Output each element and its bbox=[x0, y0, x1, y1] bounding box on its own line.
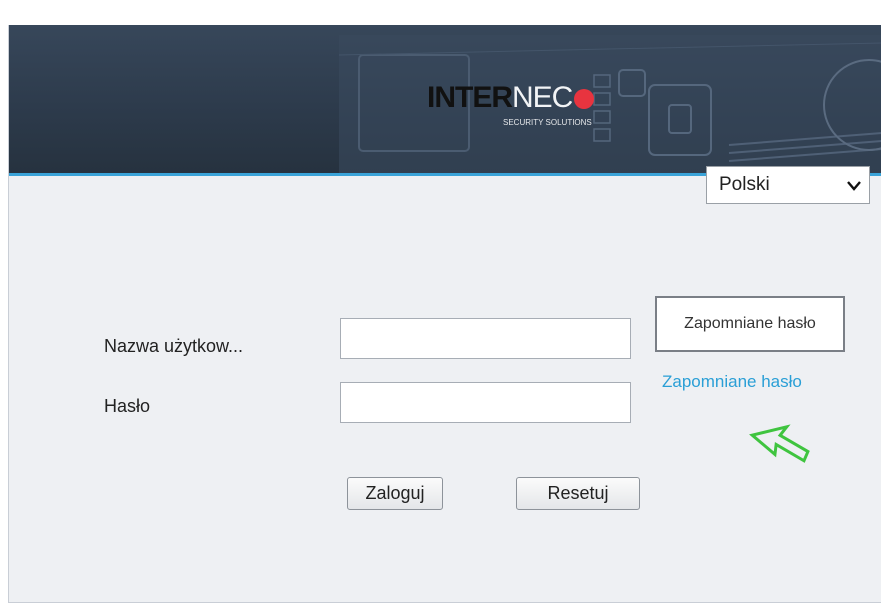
password-label: Hasło bbox=[104, 396, 151, 416]
username-input[interactable] bbox=[340, 318, 631, 359]
password-input[interactable] bbox=[340, 382, 631, 423]
forgot-password-link[interactable]: Zapomniane hasło bbox=[662, 372, 802, 392]
header-banner: INTER NEC SECURITY SOLUTIONS bbox=[9, 25, 881, 173]
internec-logo: INTER NEC SECURITY SOLUTIONS bbox=[427, 81, 627, 141]
logo-tagline: SECURITY SOLUTIONS bbox=[503, 118, 592, 127]
fingerprint-logo-icon bbox=[574, 89, 595, 109]
username-label: Nazwa użytkow... bbox=[104, 336, 244, 356]
logo-text-bold: INTER bbox=[427, 81, 513, 114]
reset-button[interactable]: Resetuj bbox=[516, 477, 640, 510]
logo-text-light: NEC bbox=[512, 81, 573, 114]
language-select[interactable]: Polski bbox=[706, 166, 870, 204]
chevron-down-icon bbox=[847, 181, 861, 191]
forgot-password-tooltip: Zapomniane hasło bbox=[655, 296, 845, 352]
pointer-arrow-icon bbox=[749, 424, 810, 463]
language-selected-value: Polski bbox=[719, 174, 770, 195]
login-button[interactable]: Zaloguj bbox=[347, 477, 443, 510]
